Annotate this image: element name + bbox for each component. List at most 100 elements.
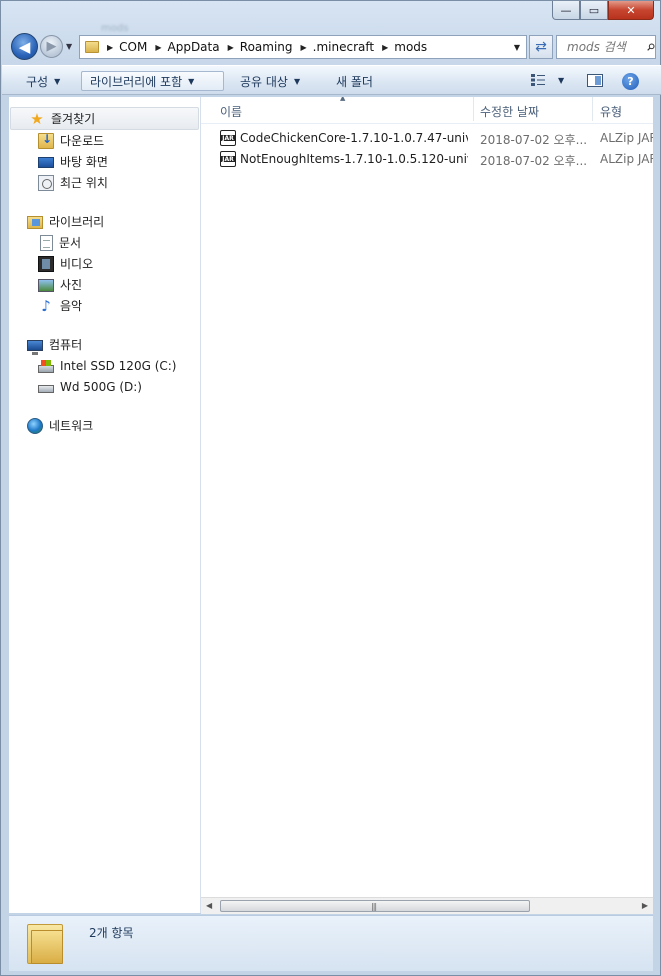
desktop-icon: [38, 157, 54, 168]
preview-pane-icon[interactable]: [587, 74, 603, 87]
view-dropdown-icon[interactable]: ▼: [558, 76, 564, 85]
forward-button[interactable]: ▶: [40, 35, 63, 58]
organize-button[interactable]: 구성 ▼: [18, 71, 68, 91]
sidebar-item-pictures[interactable]: 사진: [9, 274, 200, 295]
sidebar-item-label: 다운로드: [60, 134, 105, 148]
file-row[interactable]: CodeChickenCore-1.7.10-1.0.7.47-univ... …: [201, 128, 653, 149]
search-icon[interactable]: [647, 41, 655, 53]
recent-pages-dropdown[interactable]: ▼: [66, 42, 72, 51]
help-icon[interactable]: ?: [622, 73, 639, 90]
breadcrumb-label[interactable]: AppData: [168, 40, 220, 54]
breadcrumb-mods[interactable]: ▶ mods: [374, 40, 427, 54]
share-with-button[interactable]: 공유 대상 ▼: [232, 71, 308, 91]
column-divider[interactable]: [592, 97, 593, 121]
breadcrumb-label[interactable]: Roaming: [240, 40, 293, 54]
sidebar-item-label: 음악: [60, 299, 83, 313]
column-header-name[interactable]: 이름: [220, 103, 242, 120]
sidebar-item-computer[interactable]: 컴퓨터: [9, 334, 200, 355]
sidebar-item-favorites[interactable]: ★ 즐겨찾기: [10, 107, 199, 130]
view-options-icon[interactable]: [530, 73, 546, 87]
new-folder-label: 새 폴더: [336, 74, 373, 89]
chevron-right-icon[interactable]: ▶: [301, 43, 307, 52]
libraries-group: 라이브러리 문서 비디오 사진 ♪ 음악: [9, 211, 200, 316]
system-drive-icon: [38, 359, 54, 373]
maximize-button[interactable]: ▭: [580, 1, 608, 20]
file-type: ALZip JAR: [600, 131, 653, 145]
sidebar-item-drive-c[interactable]: Intel SSD 120G (C:): [9, 355, 200, 376]
favorites-group: ★ 즐겨찾기 다운로드 바탕 화면 최근 위치: [9, 107, 200, 193]
file-row[interactable]: NotEnoughItems-1.7.10-1.0.5.120-univ... …: [201, 149, 653, 170]
scroll-right-arrow-icon[interactable]: ▶: [642, 901, 648, 910]
sidebar-item-label: 사진: [60, 278, 83, 292]
breadcrumb-roaming[interactable]: ▶ Roaming: [220, 40, 293, 54]
star-icon: ★: [30, 109, 44, 128]
sidebar-item-label: 비디오: [60, 257, 94, 271]
address-dropdown-icon[interactable]: ▼: [514, 43, 520, 52]
recent-places-icon: [38, 174, 54, 191]
close-button[interactable]: ✕: [608, 1, 654, 20]
sidebar-item-network[interactable]: 네트워크: [9, 415, 200, 436]
address-bar[interactable]: ▶ COM ▶ AppData ▶ Roaming ▶ .minecraft ▶…: [79, 35, 527, 59]
breadcrumb-com[interactable]: ▶ COM: [99, 40, 147, 54]
chevron-right-icon[interactable]: ▶: [382, 43, 388, 52]
network-globe-icon: [27, 417, 43, 434]
horizontal-scrollbar[interactable]: ◀ ||| ▶: [201, 897, 653, 914]
breadcrumb-label[interactable]: mods: [394, 40, 427, 54]
breadcrumb-label[interactable]: COM: [119, 40, 147, 54]
navigation-bar: ◀ ▶ ▼ ▶ COM ▶ AppData ▶ Roaming ▶ .minec…: [9, 33, 657, 61]
document-icon: [40, 234, 53, 251]
navigation-pane: ★ 즐겨찾기 다운로드 바탕 화면 최근 위치 라이브러리: [9, 97, 201, 913]
include-in-library-button[interactable]: 라이브러리에 포함 ▼: [81, 71, 224, 91]
folder-front: [31, 930, 63, 964]
share-label: 공유 대상: [240, 74, 288, 89]
explorer-window: mods — ▭ ✕ ◀ ▶ ▼ ▶ COM ▶ AppData ▶ Roami…: [0, 0, 661, 976]
minimize-button[interactable]: —: [552, 1, 580, 20]
file-list-pane[interactable]: ▲ 이름 수정한 날짜 유형 CodeChickenCore-1.7.10-1.…: [201, 97, 653, 897]
refresh-button[interactable]: ⇄: [529, 35, 553, 59]
sidebar-item-desktop[interactable]: 바탕 화면: [9, 151, 200, 172]
network-group: 네트워크: [9, 415, 200, 436]
chevron-right-icon[interactable]: ▶: [228, 43, 234, 52]
breadcrumb-label[interactable]: .minecraft: [313, 40, 374, 54]
new-folder-button[interactable]: 새 폴더: [328, 71, 381, 91]
sidebar-item-label: 컴퓨터: [49, 338, 83, 352]
sidebar-item-music[interactable]: ♪ 음악: [9, 295, 200, 316]
sort-ascending-icon: ▲: [340, 97, 346, 102]
sidebar-item-documents[interactable]: 문서: [9, 232, 200, 253]
file-modified: 2018-07-02 오후...: [480, 154, 588, 168]
file-name[interactable]: NotEnoughItems-1.7.10-1.0.5.120-univ...: [240, 152, 468, 166]
item-count: 2개 항목: [89, 926, 134, 940]
chevron-right-icon[interactable]: ▶: [155, 43, 161, 52]
chevron-right-icon[interactable]: ▶: [107, 43, 113, 52]
sidebar-item-label: 라이브러리: [49, 215, 105, 229]
sidebar-item-label: 네트워크: [49, 419, 94, 433]
file-name[interactable]: CodeChickenCore-1.7.10-1.0.7.47-univ...: [240, 131, 468, 145]
jar-file-icon: [220, 151, 236, 167]
folder-icon: [85, 41, 99, 53]
sidebar-item-videos[interactable]: 비디오: [9, 253, 200, 274]
column-divider[interactable]: [473, 97, 474, 121]
hard-drive-icon: [38, 385, 54, 393]
back-button[interactable]: ◀: [11, 33, 38, 60]
sidebar-item-label: Wd 500G (D:): [60, 379, 142, 394]
sidebar-item-drive-d[interactable]: Wd 500G (D:): [9, 376, 200, 397]
scroll-left-arrow-icon[interactable]: ◀: [206, 901, 212, 910]
breadcrumb-minecraft[interactable]: ▶ .minecraft: [293, 40, 375, 54]
sidebar-item-recent-places[interactable]: 최근 위치: [9, 172, 200, 193]
sidebar-item-libraries[interactable]: 라이브러리: [9, 211, 200, 232]
scrollbar-grip-icon: |||: [371, 902, 377, 911]
sidebar-item-label: 즐겨찾기: [51, 112, 96, 126]
folder-icon: [27, 924, 63, 964]
column-header-modified[interactable]: 수정한 날짜: [480, 103, 539, 120]
scrollbar-thumb[interactable]: |||: [220, 900, 530, 912]
breadcrumb-appdata[interactable]: ▶ AppData: [147, 40, 219, 54]
sidebar-item-downloads[interactable]: 다운로드: [9, 130, 200, 151]
computer-group: 컴퓨터 Intel SSD 120G (C:) Wd 500G (D:): [9, 334, 200, 397]
search-box[interactable]: [556, 35, 656, 59]
jar-file-icon: [220, 130, 236, 146]
sidebar-item-label: Intel SSD 120G (C:): [60, 358, 177, 373]
column-header-type[interactable]: 유형: [600, 103, 622, 120]
search-input[interactable]: [565, 39, 645, 55]
organize-label: 구성: [26, 74, 49, 89]
video-icon: [38, 255, 54, 272]
